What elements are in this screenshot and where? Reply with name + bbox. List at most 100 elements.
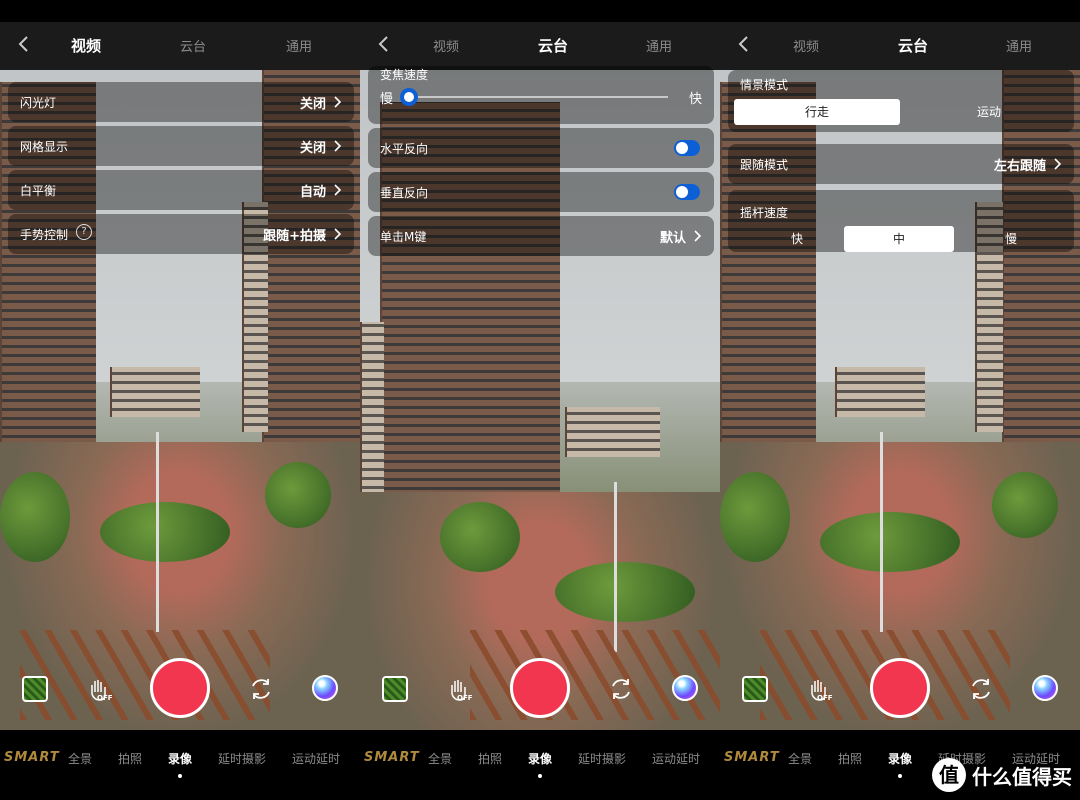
row-label: 摇杆速度 xyxy=(740,206,789,220)
lamp-post xyxy=(156,432,159,632)
gesture-off-icon[interactable]: OFF xyxy=(86,676,112,702)
scene-mode-walk[interactable]: 行走 xyxy=(734,99,900,125)
mode-timelapse[interactable]: 延时摄影 xyxy=(218,750,266,767)
switch-camera-icon[interactable] xyxy=(248,676,274,702)
mode-video[interactable]: 录像 xyxy=(168,750,192,767)
zoom-speed-track[interactable] xyxy=(408,96,668,98)
mode-smart[interactable]: SMART xyxy=(4,750,60,765)
mode-video[interactable]: 录像 xyxy=(888,750,912,767)
back-arrow-icon[interactable] xyxy=(376,34,392,54)
joystick-speed-slow[interactable]: 慢 xyxy=(956,226,1066,252)
joystick-speed-fast[interactable]: 快 xyxy=(742,226,852,252)
slider-min-label: 慢 xyxy=(380,92,394,107)
beauty-filter-icon[interactable] xyxy=(312,675,338,701)
tab-general[interactable]: 通用 xyxy=(286,36,312,55)
active-mode-indicator xyxy=(178,774,182,778)
row-label: 跟随模式 xyxy=(740,158,789,172)
mode-photo[interactable]: 拍照 xyxy=(478,750,502,767)
row-value: 关闭 xyxy=(299,141,326,156)
beauty-filter-icon[interactable] xyxy=(672,675,698,701)
row-value: 跟随+拍摄 xyxy=(263,229,326,244)
tab-gimbal[interactable]: 云台 xyxy=(538,35,568,56)
mode-timelapse[interactable]: 延时摄影 xyxy=(578,750,626,767)
row-label: 闪光灯 xyxy=(20,96,57,110)
gesture-off-label: OFF xyxy=(97,694,112,702)
mode-panorama[interactable]: 全景 xyxy=(788,750,812,767)
row-value: 左右跟随 xyxy=(993,159,1046,174)
tab-video[interactable]: 视频 xyxy=(793,36,819,55)
gallery-thumbnail[interactable] xyxy=(22,676,48,702)
gallery-thumbnail[interactable] xyxy=(382,676,408,702)
mode-selector: SMART 全景 拍照 录像 延时摄影 运动延时 xyxy=(0,730,360,800)
setting-horizontal-reverse[interactable]: 水平反向 xyxy=(368,128,714,168)
tab-gimbal[interactable]: 云台 xyxy=(180,36,206,55)
record-button[interactable] xyxy=(150,658,210,718)
gesture-off-icon[interactable]: OFF xyxy=(806,676,832,702)
mode-photo[interactable]: 拍照 xyxy=(838,750,862,767)
record-button[interactable] xyxy=(870,658,930,718)
settings-header: 视频 云台 通用 xyxy=(720,22,1080,70)
camera-screen-gimbal-mode: 视频 云台 通用 情景模式 行走 运动 跟随模式 左右跟随 摇杆速度 快 中 慢… xyxy=(720,0,1080,800)
settings-header: 视频 云台 通用 xyxy=(0,22,360,70)
setting-vertical-reverse[interactable]: 垂直反向 xyxy=(368,172,714,212)
back-arrow-icon[interactable] xyxy=(736,34,752,54)
toggle-knob xyxy=(676,186,688,198)
horizontal-reverse-toggle[interactable] xyxy=(674,140,700,156)
chevron-right-icon xyxy=(694,230,702,242)
tab-gimbal[interactable]: 云台 xyxy=(898,35,928,56)
tree xyxy=(0,472,70,562)
mode-smart[interactable]: SMART xyxy=(364,750,420,765)
back-arrow-icon[interactable] xyxy=(16,34,32,54)
camera-screen-video-settings: 视频 云台 通用 闪光灯 关闭 网格显示 关闭 白平衡 自动 手势控制 ? 跟随… xyxy=(0,0,360,800)
scene-mode-sport[interactable]: 运动 xyxy=(906,99,1072,125)
row-label: 变焦速度 xyxy=(380,68,429,82)
tab-general[interactable]: 通用 xyxy=(646,36,672,55)
gesture-off-icon[interactable]: OFF xyxy=(446,676,472,702)
tree xyxy=(440,502,520,572)
building xyxy=(110,367,200,417)
mode-selector: SMART 全景 拍照 录像 延时摄影 运动延时 xyxy=(360,730,720,800)
gallery-thumbnail[interactable] xyxy=(742,676,768,702)
garden-circle xyxy=(100,502,230,562)
setting-m-key[interactable]: 单击M键 默认 xyxy=(368,216,714,256)
record-button[interactable] xyxy=(510,658,570,718)
vertical-reverse-toggle[interactable] xyxy=(674,184,700,200)
zoom-speed-knob[interactable] xyxy=(400,88,418,106)
tab-general[interactable]: 通用 xyxy=(1006,36,1032,55)
row-label: 白平衡 xyxy=(20,184,57,198)
setting-gesture-control[interactable]: 手势控制 ? 跟随+拍摄 xyxy=(8,214,354,254)
mode-panorama[interactable]: 全景 xyxy=(428,750,452,767)
setting-white-balance[interactable]: 白平衡 自动 xyxy=(8,170,354,210)
setting-follow-mode[interactable]: 跟随模式 左右跟随 xyxy=(728,144,1074,184)
watermark-text: 什么值得买 xyxy=(972,764,1072,789)
joystick-speed-medium[interactable]: 中 xyxy=(844,226,954,252)
beauty-filter-icon[interactable] xyxy=(1032,675,1058,701)
mode-video[interactable]: 录像 xyxy=(528,750,552,767)
mode-motion-timelapse[interactable]: 运动延时 xyxy=(652,750,700,767)
mode-photo[interactable]: 拍照 xyxy=(118,750,142,767)
tree xyxy=(265,462,331,528)
setting-grid[interactable]: 网格显示 关闭 xyxy=(8,126,354,166)
mode-smart[interactable]: SMART xyxy=(724,750,780,765)
setting-flash[interactable]: 闪光灯 关闭 xyxy=(8,82,354,122)
chevron-right-icon xyxy=(334,228,342,240)
tab-video[interactable]: 视频 xyxy=(433,36,459,55)
scene-mode-selector: 行走 运动 xyxy=(728,99,1074,133)
chevron-right-icon xyxy=(334,184,342,196)
building xyxy=(262,62,360,462)
joystick-speed-selector: 快 中 慢 xyxy=(728,226,1074,260)
garden-circle xyxy=(820,512,960,572)
switch-camera-icon[interactable] xyxy=(968,676,994,702)
gesture-off-label: OFF xyxy=(457,694,472,702)
mode-panorama[interactable]: 全景 xyxy=(68,750,92,767)
mode-motion-timelapse[interactable]: 运动延时 xyxy=(292,750,340,767)
switch-camera-icon[interactable] xyxy=(608,676,634,702)
tree xyxy=(720,472,790,562)
tab-video[interactable]: 视频 xyxy=(71,35,101,56)
row-value: 默认 xyxy=(659,231,686,246)
tree xyxy=(992,472,1058,538)
lamp-post xyxy=(880,432,883,632)
watermark-logo: 值 xyxy=(932,758,966,792)
help-icon[interactable]: ? xyxy=(76,224,92,240)
slider-max-label: 快 xyxy=(688,92,702,107)
